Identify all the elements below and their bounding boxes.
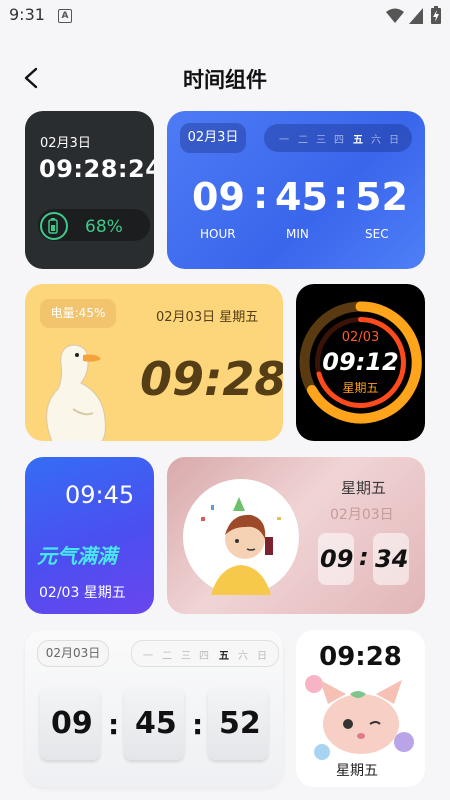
widget-ring-clock[interactable]: 02/03 09:12 星期五 <box>296 284 425 441</box>
minute-value: 45 <box>135 706 177 741</box>
weekday-label-active: 五 <box>353 135 363 146</box>
widget-time: 09:28 <box>140 352 283 406</box>
widget-clock-battery[interactable]: 02月3日 09:28:24 68% <box>25 111 154 269</box>
weekday-label: 一 <box>143 651 153 662</box>
separator: : <box>192 708 204 741</box>
weekday-label: 三 <box>316 135 326 146</box>
minute-value: 45 <box>275 175 328 219</box>
hour-label: HOUR <box>200 227 236 241</box>
hour-value: 09 <box>51 706 93 741</box>
widget-date: 02/03 <box>341 330 380 345</box>
widget-date: 02/03 星期五 <box>39 585 126 601</box>
weekday-label: 一 <box>279 135 289 146</box>
widget-weekday: 星期五 <box>342 381 379 395</box>
separator: : <box>108 708 120 741</box>
widget-slogan: 元气满满 <box>37 544 117 568</box>
second-value: 52 <box>355 175 408 219</box>
weekday-label: 二 <box>162 651 172 662</box>
min-label: MIN <box>286 227 309 241</box>
battery-pill: 电量:45% <box>40 299 116 328</box>
date-pill: 02月03日 <box>37 640 109 667</box>
second-value: 52 <box>219 706 261 741</box>
battery-icon <box>431 6 441 24</box>
widget-time: 09:45 <box>65 481 135 509</box>
separator: : <box>333 173 349 217</box>
weekday-label: 三 <box>181 651 191 662</box>
widget-duck-clock[interactable]: 电量:45% 02月03日 星期五 09:28 <box>25 284 283 441</box>
widget-cat-clock[interactable]: 09:28 星期五 <box>296 630 425 787</box>
weekday-label: 四 <box>334 135 344 146</box>
battery-value: 68% <box>85 217 123 237</box>
weekday-label-active: 五 <box>219 651 229 662</box>
weekday-label: 六 <box>238 651 248 662</box>
duck-illustration <box>46 344 106 441</box>
hour-value: 09 <box>320 545 354 573</box>
sec-label: SEC <box>365 227 389 241</box>
separator: : <box>253 173 269 217</box>
separator: : <box>359 543 369 571</box>
hour-value: 09 <box>192 175 245 219</box>
status-bar: 9:31 A <box>0 0 450 32</box>
girl-avatar-illustration <box>183 479 299 595</box>
widget-date: 02月03日 <box>330 507 394 523</box>
cat-illustration <box>305 675 414 760</box>
battery-icon <box>48 218 58 234</box>
date-pill: 02月3日 <box>180 123 246 153</box>
page-title: 时间组件 <box>183 68 267 92</box>
widget-pink-clock[interactable]: 星期五 02月03日 09 : 34 <box>167 457 425 614</box>
weekday-label: 日 <box>257 651 267 662</box>
widget-date: 02月03日 星期五 <box>156 310 259 325</box>
weekday-label: 二 <box>298 135 308 146</box>
widget-weekday: 星期五 <box>341 479 387 497</box>
widget-time: 09:12 <box>322 348 399 376</box>
notification-icon: A <box>58 9 72 23</box>
widget-time: 09:28 <box>319 642 402 672</box>
widget-flip-clock[interactable]: 02月03日 一 二 三 四 五 六 日 09 : 45 : 52 <box>25 630 283 787</box>
widget-blue-clock[interactable]: 02月3日 一 二 三 四 五 六 日 09 : 45 : 52 HOUR MI… <box>167 111 425 269</box>
widget-weekday: 星期五 <box>336 763 378 779</box>
minute-value: 34 <box>375 545 409 573</box>
widget-date: 02月3日 <box>40 136 91 151</box>
widget-gradient-clock[interactable]: 09:45 元气满满 02/03 星期五 <box>25 457 154 614</box>
weekday-label: 日 <box>389 135 399 146</box>
status-time: 9:31 <box>9 5 45 24</box>
weekday-label: 六 <box>371 135 381 146</box>
widget-time: 09:28:24 <box>39 155 154 183</box>
signal-icon <box>409 8 423 24</box>
weekday-label: 四 <box>199 651 209 662</box>
wifi-icon <box>386 8 404 23</box>
